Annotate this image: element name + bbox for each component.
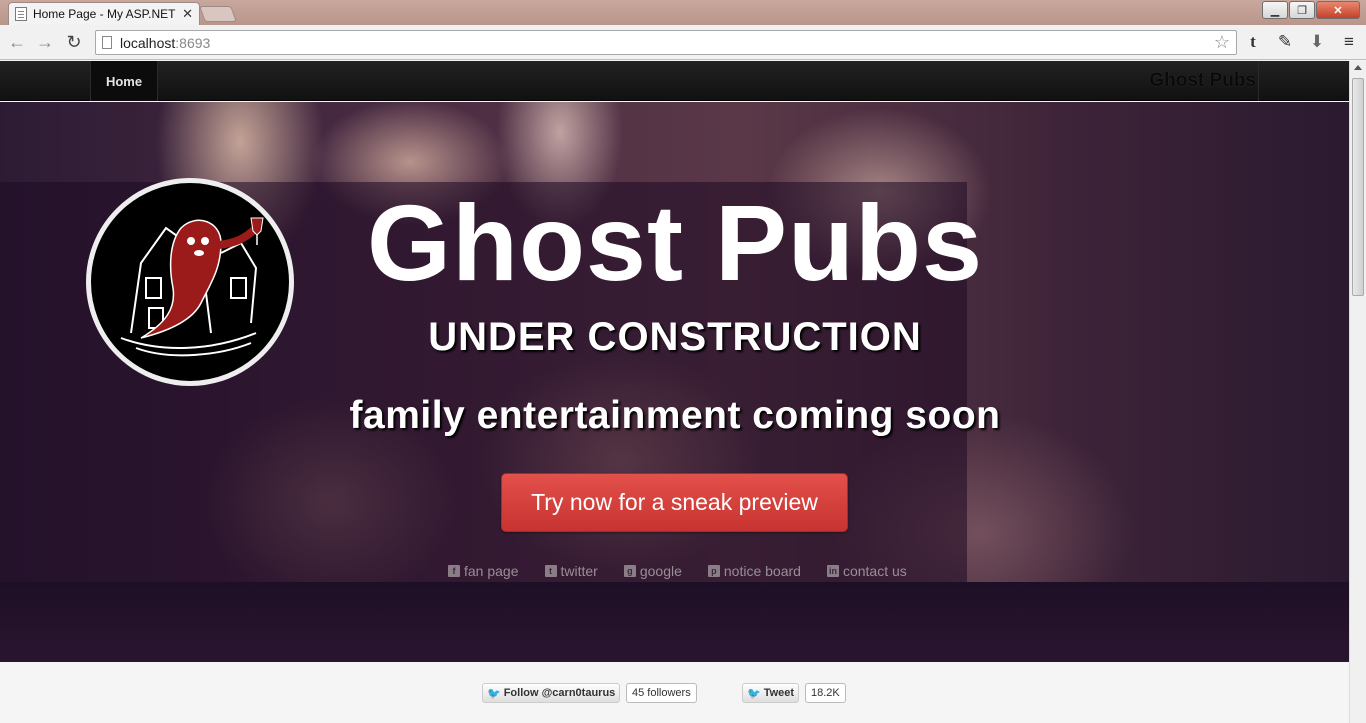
- social-link-twitter[interactable]: t twitter: [544, 563, 598, 579]
- site-navbar: Home Ghost Pubs: [0, 61, 1349, 101]
- browser-toolbar: ← → ↻ localhost:8693 ☆ t ✎ ⬇ ≡: [0, 25, 1366, 60]
- address-bar[interactable]: localhost:8693 ☆: [95, 30, 1237, 55]
- twitter-widgets-bar: 🐦 Follow @carn0taurus 45 followers 🐦 Twe…: [0, 662, 1349, 723]
- pinterest-icon: p: [707, 565, 720, 577]
- twitter-icon: t: [544, 565, 557, 577]
- tab-title: Home Page - My ASP.NET: [32, 7, 176, 21]
- window-controls: ▁ ❐ ✕: [1262, 1, 1360, 19]
- hero-title: Ghost Pubs: [366, 182, 984, 303]
- social-link-google[interactable]: g google: [623, 563, 682, 579]
- new-tab-button[interactable]: [199, 6, 237, 22]
- hero-tagline: family entertainment coming soon: [349, 394, 1001, 437]
- page-viewport: Home Ghost Pubs Ghost Pubs UNDER CONSTRU…: [0, 61, 1349, 723]
- social-link-contact-us[interactable]: in contact us: [826, 563, 907, 579]
- hero-bottom-band: [0, 582, 1349, 662]
- scroll-up-icon[interactable]: [1354, 65, 1362, 70]
- tweet-label: Tweet: [763, 687, 795, 699]
- url-port: :8693: [175, 34, 211, 51]
- back-arrow-icon[interactable]: ←: [6, 31, 28, 53]
- follow-label: Follow @carn0taurus: [503, 687, 616, 699]
- nav-home-link[interactable]: Home: [90, 61, 158, 101]
- page-icon: [102, 36, 112, 49]
- social-link-label: fan page: [464, 563, 519, 579]
- tumblr-extension-icon[interactable]: t: [1242, 31, 1264, 53]
- google-icon: g: [623, 565, 636, 577]
- page-scrollbar[interactable]: [1349, 61, 1366, 723]
- menu-icon[interactable]: ≡: [1338, 31, 1360, 53]
- minimize-button[interactable]: ▁: [1262, 1, 1288, 19]
- social-link-label: notice board: [723, 563, 801, 579]
- social-link-label: google: [639, 563, 682, 579]
- ghost-logo-icon: [86, 178, 294, 386]
- social-link-notice-board[interactable]: p notice board: [707, 563, 801, 579]
- social-link-fan-page[interactable]: f fan page: [448, 563, 519, 579]
- twitter-bird-icon: 🐦: [487, 687, 501, 700]
- social-link-label: contact us: [842, 563, 907, 579]
- follow-button[interactable]: 🐦 Follow @carn0taurus: [482, 683, 621, 703]
- browser-tab[interactable]: Home Page - My ASP.NET ✕: [8, 2, 200, 25]
- forward-arrow-icon[interactable]: →: [34, 31, 56, 53]
- extension-icon[interactable]: ✎: [1274, 31, 1296, 53]
- reload-icon[interactable]: ↻: [63, 31, 85, 53]
- nav-brand[interactable]: Ghost Pubs: [1149, 61, 1259, 101]
- browser-titlebar: Home Page - My ASP.NET ✕ ▁ ❐ ✕: [0, 0, 1366, 25]
- twitter-bird-icon: 🐦: [747, 687, 761, 700]
- maximize-button[interactable]: ❐: [1289, 1, 1315, 19]
- hero-section: Ghost Pubs UNDER CONSTRUCTION family ent…: [0, 102, 1349, 662]
- url-host: localhost: [120, 34, 176, 51]
- sneak-preview-button[interactable]: Try now for a sneak preview: [501, 473, 848, 532]
- followers-count: 45 followers: [626, 683, 697, 703]
- tweet-button[interactable]: 🐦 Tweet: [742, 683, 800, 703]
- hero-subtitle: UNDER CONSTRUCTION: [428, 315, 922, 359]
- social-link-label: twitter: [560, 563, 598, 579]
- linkedin-icon: in: [826, 565, 839, 577]
- social-links: f fan page t twitter g google p notice b…: [448, 563, 907, 579]
- page-favicon-icon: [15, 7, 27, 21]
- bookmark-star-icon[interactable]: ☆: [1214, 32, 1230, 53]
- download-extension-icon[interactable]: ⬇: [1306, 31, 1328, 53]
- close-window-button[interactable]: ✕: [1316, 1, 1360, 19]
- scrollbar-thumb[interactable]: [1352, 78, 1364, 296]
- facebook-icon: f: [448, 565, 460, 577]
- tab-close-icon[interactable]: ✕: [182, 6, 193, 22]
- tweet-count: 18.2K: [805, 683, 846, 703]
